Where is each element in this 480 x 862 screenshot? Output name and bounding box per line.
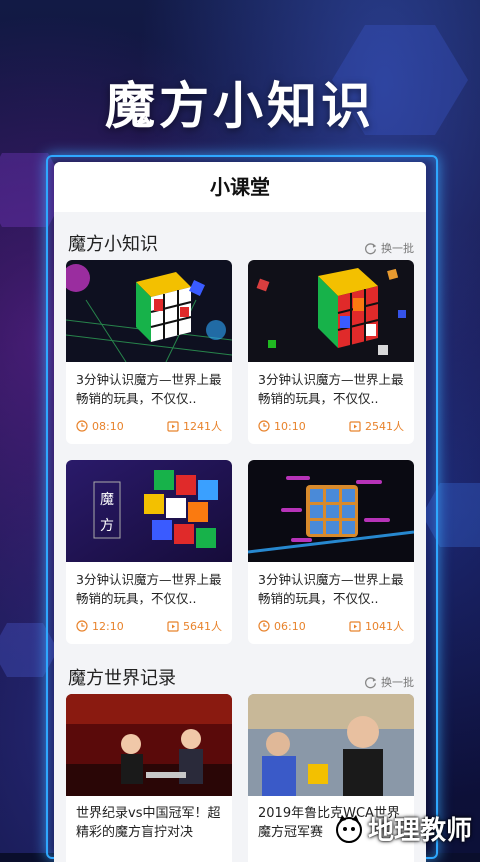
section-title: 魔方小知识	[68, 234, 158, 255]
video-card[interactable]: 3分钟认识魔方—世界上最畅销的玩具，不仅仅.. 08:10 1241人	[66, 260, 232, 444]
card-title: 3分钟认识魔方—世界上最畅销的玩具，不仅仅..	[258, 572, 404, 606]
thumb-text: 魔	[100, 492, 114, 508]
viewer-count: 1041人	[365, 620, 404, 633]
video-card[interactable]: 3分钟认识魔方—世界上最畅销的玩具，不仅仅.. 10:10 2541人	[248, 260, 414, 444]
video-thumbnail	[66, 694, 232, 796]
thumb-text: 方	[100, 518, 114, 534]
clock-icon	[258, 620, 270, 632]
duration: 08:10	[92, 419, 124, 433]
section-header: 魔方世界记录 换一批	[54, 654, 426, 694]
viewer-count: 5641人	[183, 620, 222, 633]
card-meta: 06:10 1041人	[258, 618, 404, 634]
refresh-button[interactable]: 换一批	[364, 240, 414, 256]
watermark-text: 地理教师	[367, 816, 472, 846]
video-thumbnail	[248, 460, 414, 562]
clock-icon	[76, 420, 88, 432]
video-card[interactable]: 魔 方 3分钟认识魔方—世界上最畅销的玩具，不仅仅.. 12:10 5641人	[66, 460, 232, 644]
card-title: 3分钟认识魔方—世界上最畅销的玩具，不仅仅..	[258, 372, 404, 406]
refresh-icon	[365, 676, 377, 688]
card-meta: 10:10 2541人	[258, 418, 404, 434]
video-thumbnail	[248, 260, 414, 362]
knowledge-grid: 3分钟认识魔方—世界上最畅销的玩具，不仅仅.. 08:10 1241人 3分钟认…	[54, 260, 426, 644]
card-title: 世界纪录vs中国冠军！超精彩的魔方盲拧对决	[76, 806, 221, 840]
content-panel: 小课堂 魔方小知识 换一批 3分钟认识魔方—世界上最畅销的玩具，不仅仅.. 08…	[54, 162, 426, 862]
refresh-icon	[365, 242, 377, 254]
card-meta: 12:10 5641人	[76, 618, 222, 634]
video-card[interactable]: 世界纪录vs中国冠军！超精彩的魔方盲拧对决	[66, 694, 232, 862]
duration: 10:10	[274, 419, 306, 433]
viewers-icon	[167, 421, 179, 432]
section-title: 魔方世界记录	[68, 668, 176, 689]
video-card[interactable]: 3分钟认识魔方—世界上最畅销的玩具，不仅仅.. 06:10 1041人	[248, 460, 414, 644]
duration: 12:10	[92, 619, 124, 633]
video-thumbnail	[66, 260, 232, 362]
card-title: 3分钟认识魔方—世界上最畅销的玩具，不仅仅..	[76, 572, 222, 606]
video-thumbnail: 魔 方	[66, 460, 232, 562]
watermark: 地理教师	[334, 810, 472, 847]
refresh-label: 换一批	[381, 676, 414, 689]
refresh-label: 换一批	[381, 242, 414, 255]
cat-logo-icon	[335, 814, 362, 843]
section-header: 魔方小知识 换一批	[54, 220, 426, 260]
viewers-icon	[349, 621, 361, 632]
refresh-button[interactable]: 换一批	[364, 674, 414, 690]
viewers-icon	[349, 421, 361, 432]
viewer-count: 2541人	[365, 420, 404, 433]
card-title: 3分钟认识魔方—世界上最畅销的玩具，不仅仅..	[76, 372, 222, 406]
viewer-count: 1241人	[183, 420, 222, 433]
headline: 魔方小知识	[105, 77, 375, 135]
video-thumbnail	[248, 694, 414, 796]
clock-icon	[76, 620, 88, 632]
card-meta: 08:10 1241人	[76, 418, 222, 434]
clock-icon	[258, 420, 270, 432]
duration: 06:10	[274, 619, 306, 633]
panel-title: 小课堂	[54, 162, 426, 212]
viewers-icon	[167, 621, 179, 632]
